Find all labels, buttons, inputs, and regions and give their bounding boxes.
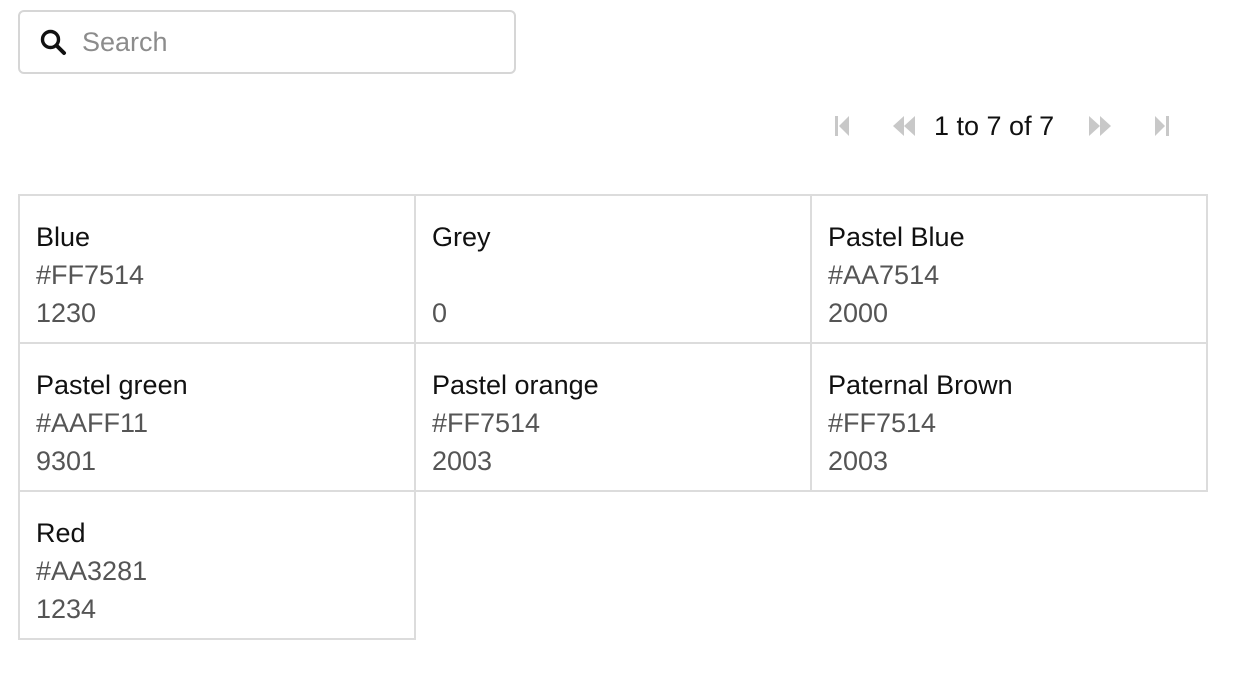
- search-icon: [38, 27, 68, 57]
- item-value: 2003: [432, 446, 493, 476]
- item-code: #FF7514: [36, 260, 145, 290]
- item-name: Grey: [432, 222, 491, 252]
- grid-cell[interactable]: Red #AA3281 1234: [18, 490, 416, 640]
- item-value: 2000: [828, 298, 889, 328]
- previous-page-icon: [893, 116, 915, 136]
- item-name: Red: [36, 518, 86, 548]
- item-code: #FF7514: [828, 408, 937, 438]
- first-page-button[interactable]: [822, 106, 862, 146]
- item-name: Paternal Brown: [828, 370, 1013, 400]
- item-code: #AA3281: [36, 556, 148, 586]
- item-code: #FF7514: [432, 408, 541, 438]
- item-value: 0: [432, 298, 448, 328]
- pagination-status: 1 to 7 of 7: [934, 110, 1055, 141]
- grid-cell[interactable]: Blue #FF7514 1230: [18, 194, 416, 344]
- last-page-icon: [1155, 116, 1170, 136]
- grid-cell[interactable]: Pastel green #AAFF11 9301: [18, 342, 416, 492]
- first-page-icon: [835, 116, 849, 136]
- item-value: 1234: [36, 594, 97, 624]
- grid-cell[interactable]: Pastel orange #FF7514 2003: [414, 342, 812, 492]
- grid-cell[interactable]: Pastel Blue #AA7514 2000: [810, 194, 1208, 344]
- next-page-button[interactable]: [1080, 106, 1120, 146]
- item-value: 2003: [828, 446, 889, 476]
- color-grid: Blue #FF7514 1230 Grey 0 Pastel Blue #AA…: [18, 194, 1208, 640]
- item-value: 9301: [36, 446, 97, 476]
- item-code: #AA7514: [828, 260, 940, 290]
- search-input[interactable]: [80, 25, 484, 59]
- grid-cell[interactable]: Grey 0: [414, 194, 812, 344]
- item-name: Pastel orange: [432, 370, 599, 400]
- last-page-button[interactable]: [1142, 106, 1182, 146]
- item-name: Pastel Blue: [828, 222, 965, 252]
- pagination: 1 to 7 of 7: [820, 104, 1200, 148]
- item-name: Pastel green: [36, 370, 188, 400]
- item-name: Blue: [36, 222, 91, 252]
- item-value: 1230: [36, 298, 97, 328]
- grid-cell[interactable]: Paternal Brown #FF7514 2003: [810, 342, 1208, 492]
- search-box[interactable]: [18, 10, 516, 74]
- previous-page-button[interactable]: [884, 106, 924, 146]
- next-page-icon: [1089, 116, 1112, 136]
- item-code: #AAFF11: [36, 408, 149, 438]
- item-code: [432, 256, 810, 294]
